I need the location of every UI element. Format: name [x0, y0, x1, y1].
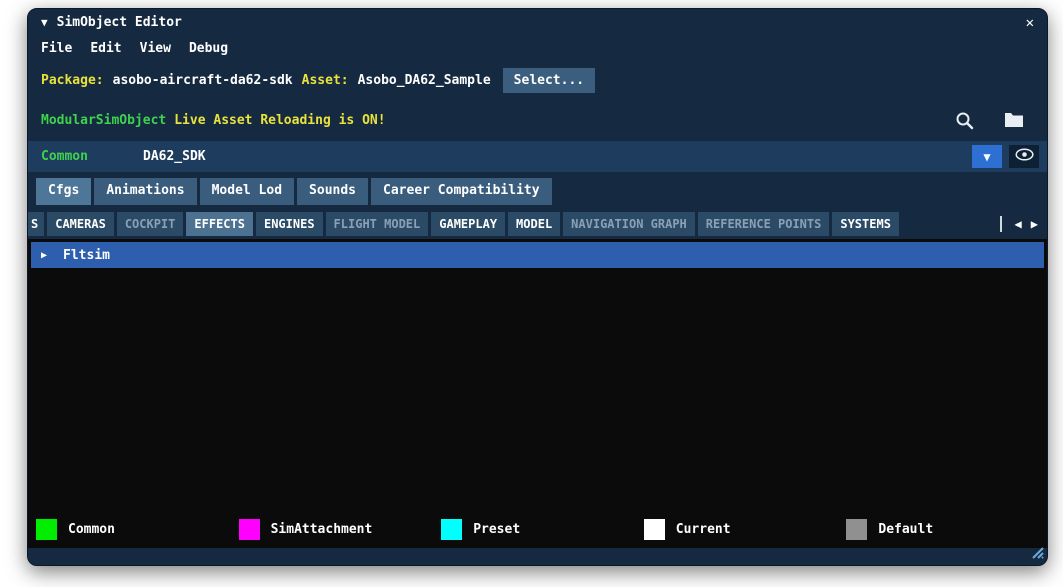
- object-selector-row: Common DA62_SDK ▼: [28, 141, 1047, 172]
- package-value: asobo-aircraft-da62-sdk: [113, 73, 293, 88]
- legend-swatch-current: [644, 519, 665, 540]
- cfgtab-cameras[interactable]: CAMERAS: [47, 212, 114, 236]
- tree-row-fltsim[interactable]: ▶ Fltsim: [31, 242, 1044, 268]
- cfg-content-panel: ▶ Fltsim Common SimAttachment Preset Cur…: [28, 239, 1047, 548]
- cfgtab-cockpit[interactable]: COCKPIT: [117, 212, 184, 236]
- object-dropdown-button[interactable]: ▼: [972, 145, 1002, 168]
- select-asset-button[interactable]: Select...: [503, 68, 595, 93]
- legend-label-simattachment: SimAttachment: [271, 522, 373, 537]
- cfgtab-systems[interactable]: SYSTEMS: [832, 212, 899, 236]
- window-title: SimObject Editor: [57, 15, 182, 30]
- live-reload-status: Live Asset Reloading is ON!: [174, 113, 385, 128]
- resize-grip-icon[interactable]: [1030, 544, 1044, 563]
- object-name-label: DA62_SDK: [143, 149, 206, 164]
- cfgtab-partial[interactable]: S: [28, 212, 44, 236]
- bottom-strip: [28, 548, 1047, 565]
- legend-label-common: Common: [68, 522, 115, 537]
- status-row: ModularSimObject Live Asset Reloading is…: [28, 99, 1047, 141]
- collapse-icon[interactable]: ▼: [41, 16, 48, 29]
- asset-value: Asobo_DA62_Sample: [358, 73, 491, 88]
- modular-simobject-label: ModularSimObject: [41, 113, 166, 128]
- close-icon[interactable]: ✕: [1026, 15, 1034, 31]
- package-label: Package:: [41, 73, 104, 88]
- toolbar-icons: [955, 111, 1034, 130]
- legend-item-simattachment: SimAttachment: [234, 519, 437, 540]
- menu-item-edit[interactable]: Edit: [90, 41, 121, 56]
- legend-item-common: Common: [31, 519, 234, 540]
- cfgtab-engines[interactable]: ENGINES: [256, 212, 323, 236]
- scroll-right-icon[interactable]: ▶: [1031, 217, 1038, 231]
- legend-swatch-simattachment: [239, 519, 260, 540]
- cfgtab-flight-model[interactable]: FLIGHT MODEL: [326, 212, 429, 236]
- legend-item-default: Default: [841, 519, 1044, 540]
- cfgtab-gameplay[interactable]: GAMEPLAY: [431, 212, 505, 236]
- legend-label-default: Default: [878, 522, 933, 537]
- tab-cfgs[interactable]: Cfgs: [36, 178, 91, 205]
- legend-swatch-default: [846, 519, 867, 540]
- tab-animations[interactable]: Animations: [94, 178, 196, 205]
- cfgtab-reference-points[interactable]: REFERENCE POINTS: [698, 212, 830, 236]
- tab-model-lod[interactable]: Model Lod: [200, 178, 294, 205]
- search-icon[interactable]: [955, 111, 974, 130]
- title-bar[interactable]: ▼ SimObject Editor ✕: [28, 9, 1047, 36]
- legend-item-current: Current: [639, 519, 842, 540]
- cfgtab-navigation-graph[interactable]: NAVIGATION GRAPH: [563, 212, 695, 236]
- menu-bar: File Edit View Debug: [28, 36, 1047, 61]
- tab-sounds[interactable]: Sounds: [297, 178, 368, 205]
- cfgtab-effects[interactable]: EFFECTS: [186, 212, 253, 236]
- eye-icon: [1015, 148, 1034, 165]
- scroll-left-icon[interactable]: ◀: [1015, 217, 1022, 231]
- menu-item-view[interactable]: View: [140, 41, 171, 56]
- asset-label: Asset:: [302, 73, 349, 88]
- folder-icon[interactable]: [1004, 112, 1024, 128]
- menu-item-file[interactable]: File: [41, 41, 72, 56]
- cfg-tab-bar: S CAMERAS COCKPIT EFFECTS ENGINES FLIGHT…: [28, 210, 1047, 237]
- scroller-divider: [1000, 216, 1002, 232]
- cfg-tab-scroller: ◀ ▶: [1000, 216, 1042, 232]
- color-legend: Common SimAttachment Preset Current Defa…: [31, 513, 1044, 545]
- cfgtab-model[interactable]: MODEL: [508, 212, 560, 236]
- simobject-editor-window: ▼ SimObject Editor ✕ File Edit View Debu…: [27, 8, 1048, 566]
- legend-item-preset: Preset: [436, 519, 639, 540]
- legend-label-preset: Preset: [473, 522, 520, 537]
- chevron-down-icon: ▼: [983, 150, 990, 164]
- visibility-toggle-button[interactable]: [1009, 145, 1039, 168]
- legend-swatch-common: [36, 519, 57, 540]
- object-type-label: Common: [41, 149, 143, 164]
- tab-career-compatibility[interactable]: Career Compatibility: [371, 178, 552, 205]
- main-tab-bar: Cfgs Animations Model Lod Sounds Career …: [28, 172, 1047, 205]
- menu-item-debug[interactable]: Debug: [189, 41, 228, 56]
- package-row: Package: asobo-aircraft-da62-sdk Asset: …: [28, 61, 1047, 99]
- legend-label-current: Current: [676, 522, 731, 537]
- tree-row-label: Fltsim: [63, 248, 110, 263]
- row-expander-icon[interactable]: ▶: [41, 250, 47, 261]
- legend-swatch-preset: [441, 519, 462, 540]
